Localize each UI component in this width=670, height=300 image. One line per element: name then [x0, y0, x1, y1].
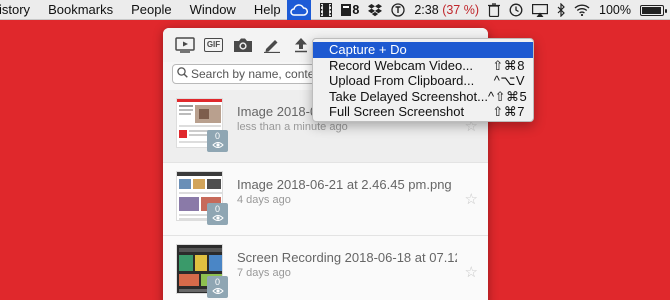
- item-date: less than a minute ago: [237, 121, 348, 133]
- view-count-badge: 0: [207, 276, 228, 298]
- item-title: Image 2018-06-21 at 2.46.45 pm.png: [237, 177, 452, 192]
- menu-help[interactable]: Help: [245, 0, 290, 20]
- badge-count: 8: [352, 3, 360, 17]
- menu-item-shortcut: ⇧⌘8: [492, 57, 525, 73]
- eye-icon: [211, 142, 224, 148]
- upload-icon[interactable]: [288, 33, 313, 57]
- menu-window[interactable]: Window: [181, 0, 245, 20]
- menu-item-label: Take Delayed Screenshot...: [329, 88, 488, 104]
- menu-bookmarks[interactable]: Bookmarks: [39, 0, 122, 20]
- menu-item-label: Upload From Clipboard...: [329, 73, 475, 88]
- menu-record-webcam-video[interactable]: Record Webcam Video... ⇧⌘8: [313, 58, 533, 74]
- list-item[interactable]: 0 Image 2018-06-21 at 2.46.45 pm.png 4 d…: [163, 163, 488, 236]
- battery-low-percent: (37 %): [442, 3, 480, 17]
- menu-item-label: Full Screen Screenshot: [329, 104, 465, 119]
- menu-people[interactable]: People: [122, 0, 180, 20]
- menu-item-shortcut: ⇧⌘7: [492, 104, 525, 119]
- menu-item-label: Record Webcam Video...: [329, 57, 474, 73]
- app-badge-icon[interactable]: 8: [341, 0, 359, 20]
- dropbox-icon[interactable]: [368, 0, 383, 20]
- timer-icon[interactable]: [391, 0, 406, 20]
- gif-icon[interactable]: GIF: [201, 33, 226, 57]
- gif-label: GIF: [203, 38, 224, 52]
- capture-dropdown-menu: Capture + Do Record Webcam Video... ⇧⌘8 …: [312, 38, 534, 122]
- cloudapp-cloud-icon[interactable]: [287, 0, 312, 20]
- item-date: 4 days ago: [237, 194, 291, 206]
- view-count-badge: 0: [207, 203, 228, 225]
- item-title: Screen Recording 2018-06-18 at 07.12 p..…: [237, 250, 457, 265]
- list-item[interactable]: 0 Screen Recording 2018-06-18 at 07.12 p…: [163, 236, 488, 300]
- screen-record-icon[interactable]: [172, 33, 197, 57]
- search-icon: [177, 67, 188, 81]
- airplay-icon[interactable]: [532, 0, 549, 20]
- item-date: 7 days ago: [237, 267, 291, 279]
- battery-icon[interactable]: [640, 0, 667, 20]
- menu-item-shortcut: ^⌥V: [493, 73, 525, 88]
- view-count: 0: [214, 277, 220, 287]
- bluetooth-icon[interactable]: [557, 0, 565, 20]
- annotate-icon[interactable]: [259, 33, 284, 57]
- menu-take-delayed-screenshot[interactable]: Take Delayed Screenshot... ^⇧⌘5: [313, 89, 533, 105]
- star-icon[interactable]: ☆: [465, 190, 478, 208]
- menubar-clock[interactable]: 2:38 (37 %): [414, 3, 479, 17]
- menu-bar: istory Bookmarks People Window Help 8 2:…: [0, 0, 670, 20]
- star-icon[interactable]: ☆: [465, 263, 478, 281]
- eye-icon: [211, 288, 224, 294]
- battery-percent[interactable]: 100%: [599, 3, 631, 17]
- film-strip-icon[interactable]: [320, 0, 333, 20]
- camera-icon[interactable]: [230, 33, 255, 57]
- view-count: 0: [214, 131, 220, 141]
- menu-upload-from-clipboard[interactable]: Upload From Clipboard... ^⌥V: [313, 73, 533, 89]
- menu-item-label: Capture + Do: [329, 42, 407, 57]
- wifi-icon[interactable]: [574, 0, 590, 20]
- view-count: 0: [214, 204, 220, 214]
- menu-item-shortcut: ^⇧⌘5: [487, 88, 528, 104]
- time-machine-icon[interactable]: [509, 0, 523, 20]
- menu-capture-do[interactable]: Capture + Do: [313, 42, 533, 58]
- menu-full-screen-screenshot[interactable]: Full Screen Screenshot ⇧⌘7: [313, 104, 533, 120]
- trash-icon[interactable]: [488, 0, 501, 20]
- eye-icon: [211, 215, 224, 221]
- view-count-badge: 0: [207, 130, 228, 152]
- menu-history[interactable]: istory: [0, 0, 39, 20]
